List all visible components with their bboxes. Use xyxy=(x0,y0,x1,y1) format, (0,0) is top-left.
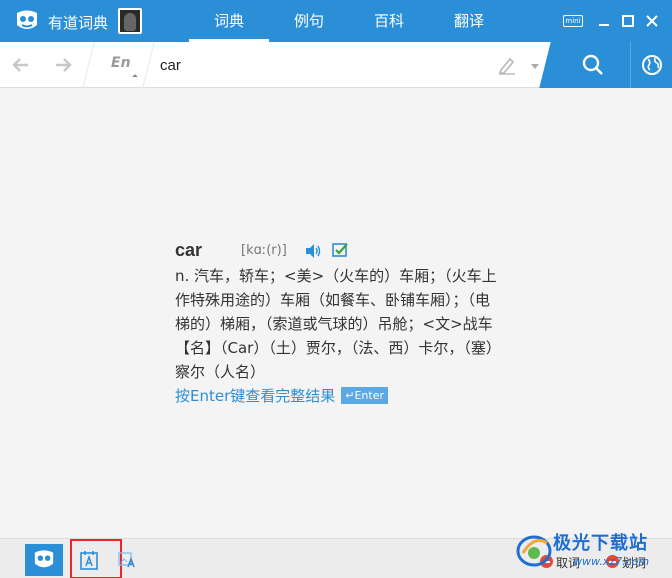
search-input[interactable] xyxy=(160,54,480,76)
enter-key-badge: ↵Enter xyxy=(341,387,389,404)
watermark-url: www.xz7.com xyxy=(573,555,650,568)
add-to-wordbook-icon[interactable] xyxy=(332,242,348,258)
main-tabs: 词典 例句 百科 翻译 xyxy=(189,0,509,42)
divider xyxy=(82,42,95,88)
youdao-logo-icon xyxy=(34,550,54,568)
definition-name: 【名】（Car）（土）贾尔，（法、西）卡尔，（塞）察尔（人名） xyxy=(175,339,494,381)
handwriting-pen-icon[interactable] xyxy=(497,55,517,75)
tab-translate[interactable]: 翻译 xyxy=(429,0,509,42)
youdao-logo-icon xyxy=(17,10,37,29)
title-bar: 有道词典 词典 例句 百科 翻译 mini xyxy=(0,0,672,42)
minimize-icon[interactable] xyxy=(596,13,612,29)
search-button[interactable] xyxy=(555,42,630,88)
back-arrow-icon[interactable] xyxy=(8,52,34,78)
watermark-logo-icon xyxy=(516,535,552,567)
dictionary-result: car [kɑː(r)] n. 汽车，轿车；<美>（火车的）车厢；（火车上作特殊… xyxy=(175,240,505,408)
divider xyxy=(142,42,155,88)
user-avatar[interactable] xyxy=(118,8,142,34)
headword: car xyxy=(175,240,203,260)
search-icon xyxy=(582,54,603,75)
maximize-icon[interactable] xyxy=(620,13,636,29)
speaker-icon[interactable] xyxy=(304,243,321,259)
language-dropdown-arrow-icon[interactable] xyxy=(132,74,138,80)
text-translate-icon xyxy=(80,551,98,570)
handwriting-dropdown-icon[interactable] xyxy=(531,64,539,69)
forward-arrow-icon[interactable] xyxy=(50,52,76,78)
language-selector[interactable]: En xyxy=(111,55,131,71)
web-search-button[interactable] xyxy=(630,42,672,88)
close-icon[interactable] xyxy=(644,13,660,29)
image-translate-icon[interactable] xyxy=(118,552,136,568)
mini-mode-button[interactable]: mini xyxy=(563,15,583,27)
full-result-link[interactable]: 按Enter键查看完整结果 xyxy=(175,387,335,405)
definition-primary: n. 汽车，轿车；<美>（火车的）车厢；（火车上作特殊用途的）车厢（如餐车、卧铺… xyxy=(175,267,497,333)
tab-dictionary[interactable]: 词典 xyxy=(189,0,269,42)
tab-encyclopedia[interactable]: 百科 xyxy=(349,0,429,42)
phonetic: [kɑː(r)] xyxy=(241,243,287,258)
globe-icon xyxy=(642,55,662,75)
tab-examples[interactable]: 例句 xyxy=(269,0,349,42)
search-bar: En xyxy=(0,42,672,88)
app-title: 有道词典 xyxy=(48,14,109,32)
watermark: 极光下载站 www.xz7.com xyxy=(515,525,672,578)
watermark-name: 极光下载站 xyxy=(553,533,648,554)
dictionary-mode-button[interactable] xyxy=(25,544,63,576)
